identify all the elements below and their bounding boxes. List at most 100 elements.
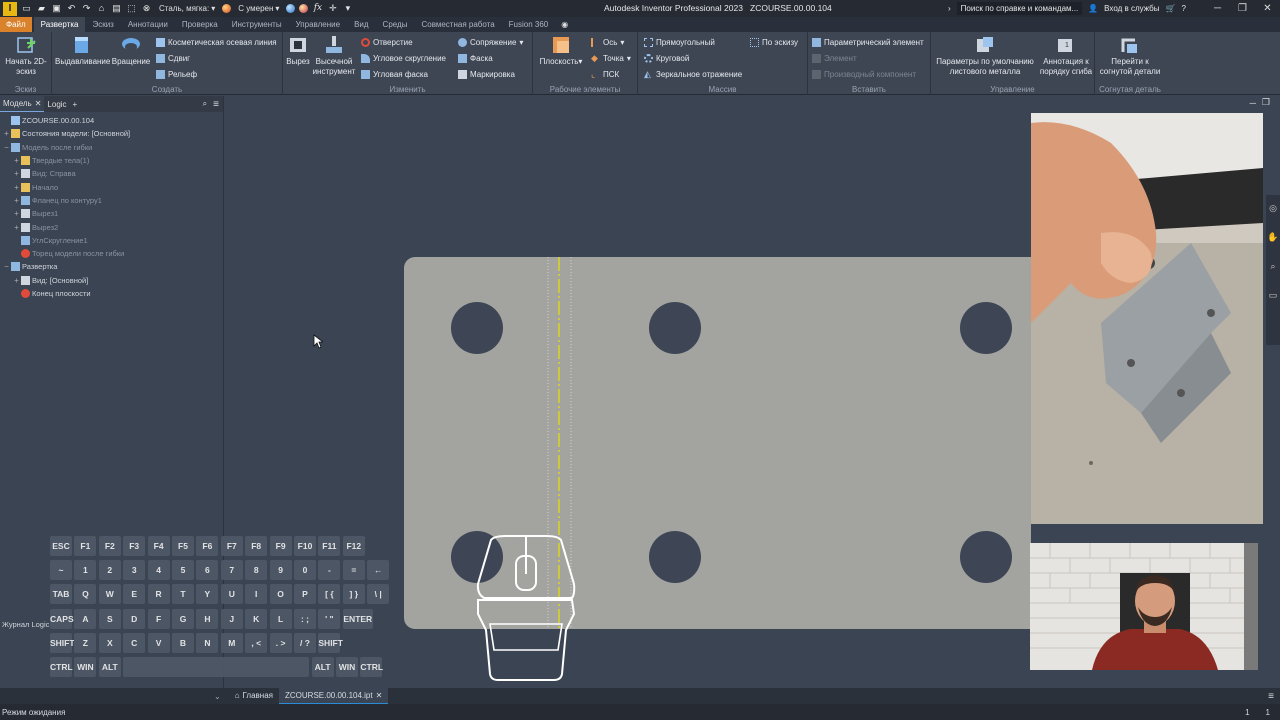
- rect-pattern-button[interactable]: Прямоугольный: [644, 38, 715, 47]
- cosmetic-centerline-button[interactable]: Косметическая осевая линия: [156, 38, 277, 47]
- key[interactable]: 5: [172, 560, 194, 580]
- key[interactable]: , <: [245, 633, 268, 653]
- emboss-button[interactable]: Рельеф: [156, 70, 197, 79]
- key[interactable]: 8: [245, 560, 268, 580]
- key-space[interactable]: [123, 657, 310, 677]
- tab-2[interactable]: Эскиз: [85, 17, 120, 32]
- key[interactable]: ' ": [318, 609, 341, 629]
- key[interactable]: B: [172, 633, 194, 653]
- key[interactable]: CTRL: [50, 657, 73, 677]
- tree-node[interactable]: − Развертка: [0, 260, 223, 273]
- key[interactable]: Q: [74, 584, 97, 604]
- key[interactable]: F11: [318, 536, 341, 556]
- close-icon[interactable]: ✕: [35, 99, 42, 108]
- key[interactable]: SHIFT: [50, 633, 75, 653]
- key[interactable]: [ {: [318, 584, 341, 604]
- key[interactable]: L: [269, 609, 292, 629]
- key[interactable]: F2: [98, 536, 121, 556]
- look-at-icon[interactable]: ▭: [1266, 290, 1280, 301]
- tab-1[interactable]: Развертка: [33, 17, 86, 32]
- key[interactable]: CAPS: [50, 609, 74, 629]
- inventor-logo-icon[interactable]: I: [3, 1, 17, 16]
- key[interactable]: W: [98, 584, 121, 604]
- key[interactable]: ] }: [342, 584, 365, 604]
- key[interactable]: J: [220, 609, 243, 629]
- key[interactable]: -: [318, 560, 341, 580]
- key[interactable]: 0: [294, 560, 316, 580]
- corner-round-button[interactable]: Угловое скругление: [361, 54, 446, 63]
- hole[interactable]: [960, 302, 1012, 354]
- sign-in-button[interactable]: Вход в службы: [1104, 4, 1159, 13]
- shift-button[interactable]: Сдвиг: [156, 54, 190, 63]
- expand-toggle-icon[interactable]: +: [12, 276, 21, 285]
- close-icon[interactable]: ✕: [1255, 0, 1280, 17]
- hole[interactable]: [451, 302, 503, 354]
- key[interactable]: F1: [74, 536, 97, 556]
- key[interactable]: / ?: [294, 633, 316, 653]
- plane-button[interactable]: Плоскость▾: [537, 35, 585, 67]
- material-dropdown[interactable]: Сталь, мягка: ▾: [156, 4, 218, 13]
- tree-node[interactable]: Конец плоскости: [0, 287, 223, 300]
- viewport-maximize-icon[interactable]: ❐: [1262, 97, 1270, 108]
- expand-toggle-icon[interactable]: +: [12, 223, 21, 232]
- key[interactable]: F6: [196, 536, 219, 556]
- axis-button[interactable]: Ось ▾: [591, 38, 624, 47]
- new-file-icon[interactable]: ▭: [21, 3, 32, 14]
- zoom-icon[interactable]: ⌕: [1266, 261, 1280, 272]
- key[interactable]: R: [147, 584, 170, 604]
- key[interactable]: K: [245, 609, 268, 629]
- key[interactable]: H: [196, 609, 219, 629]
- key[interactable]: D: [123, 609, 146, 629]
- redo-icon[interactable]: ↷: [81, 3, 92, 14]
- expand-toggle-icon[interactable]: −: [2, 262, 11, 271]
- key[interactable]: 2: [98, 560, 121, 580]
- key[interactable]: O: [269, 584, 292, 604]
- key[interactable]: 9: [269, 560, 292, 580]
- key[interactable]: 3: [123, 560, 146, 580]
- help-search-input[interactable]: Поиск по справке и командам...: [956, 2, 1083, 15]
- chevron-down-icon[interactable]: ▾: [627, 54, 631, 63]
- key[interactable]: N: [196, 633, 219, 653]
- key[interactable]: F3: [123, 536, 146, 556]
- key[interactable]: 4: [147, 560, 170, 580]
- cut-button[interactable]: Вырез: [285, 35, 311, 67]
- fillet-button[interactable]: Сопряжение ▾: [458, 38, 523, 47]
- pan-icon[interactable]: ✋: [1266, 232, 1280, 243]
- parameters-fx-icon[interactable]: fx: [312, 3, 323, 14]
- chevron-down-icon[interactable]: ▾: [578, 57, 582, 66]
- chamfer-button[interactable]: Фаска: [458, 54, 493, 63]
- adjust-appearance-icon[interactable]: [286, 4, 296, 13]
- key[interactable]: ENTER: [342, 609, 373, 629]
- key[interactable]: X: [98, 633, 121, 653]
- key[interactable]: =: [342, 560, 365, 580]
- key[interactable]: 1: [74, 560, 97, 580]
- go-to-folded-button[interactable]: Перейти к согнутой детали: [1097, 35, 1163, 77]
- key[interactable]: . >: [269, 633, 292, 653]
- hole[interactable]: [649, 531, 701, 583]
- tree-node[interactable]: + Вид: Справа: [0, 167, 223, 180]
- tab-10[interactable]: Fusion 360: [502, 17, 556, 32]
- tree-node[interactable]: ZCOURSE.00.00.104: [0, 114, 223, 127]
- viewport-minimize-icon[interactable]: ─: [1250, 98, 1256, 108]
- expand-toggle-icon[interactable]: −: [2, 143, 11, 152]
- open-folder-icon[interactable]: ▰: [36, 3, 47, 14]
- chevron-right-icon[interactable]: ›: [948, 4, 951, 13]
- hole[interactable]: [649, 302, 701, 354]
- tree-node[interactable]: + Начало: [0, 180, 223, 193]
- ifeature-button[interactable]: Параметрический элемент: [812, 38, 924, 47]
- cart-icon[interactable]: 🛒: [1166, 4, 1176, 13]
- punch-tool-button[interactable]: Высечной инструмент: [312, 35, 356, 77]
- close-icon[interactable]: ✕: [376, 688, 383, 704]
- key[interactable]: V: [147, 633, 170, 653]
- extrude-button[interactable]: Выдавливание: [55, 35, 110, 67]
- tab-8[interactable]: Среды: [376, 17, 415, 32]
- select-icon[interactable]: ⬚: [126, 3, 137, 14]
- customize-chevron-icon[interactable]: ▾: [342, 3, 353, 14]
- expand-toggle-icon[interactable]: +: [12, 183, 21, 192]
- key[interactable]: F7: [220, 536, 243, 556]
- hole[interactable]: [960, 531, 1012, 583]
- undo-icon[interactable]: ↶: [66, 3, 77, 14]
- key[interactable]: ESC: [50, 536, 72, 556]
- revolve-button[interactable]: Вращение: [110, 35, 152, 67]
- tree-node[interactable]: + Вырез1: [0, 207, 223, 220]
